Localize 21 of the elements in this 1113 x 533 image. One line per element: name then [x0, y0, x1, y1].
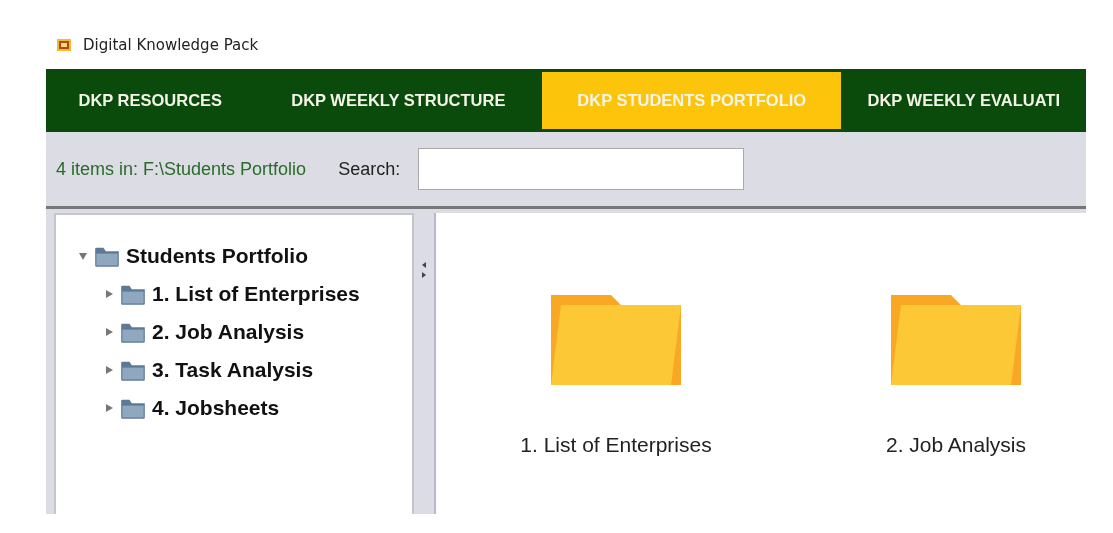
expand-arrow-icon[interactable]: [78, 251, 88, 261]
tab[interactable]: DKP WEEKLY EVALUATI: [841, 72, 1086, 129]
status-text: 4 items in: F:\Students Portfolio: [56, 158, 307, 180]
file-label[interactable]: 1. List of Enterprises: [520, 433, 712, 457]
tree-item[interactable]: 2. Job Analysis: [152, 320, 305, 344]
file-label[interactable]: 2. Job Analysis: [885, 433, 1027, 457]
expand-arrow-icon[interactable]: [104, 403, 114, 413]
tree-item[interactable]: 1. List of Enterprises: [152, 282, 360, 306]
tab[interactable]: DKP RESOURCES: [46, 72, 255, 129]
tree-item[interactable]: 3. Task Analysis: [152, 358, 314, 382]
app-icon: [55, 37, 73, 53]
tree-item[interactable]: 4. Jobsheets: [152, 396, 280, 420]
tab[interactable]: DKP WEEKLY STRUCTURE: [254, 72, 543, 129]
search-label: Search:: [338, 158, 401, 180]
search-field[interactable]: [418, 148, 745, 190]
expand-arrow-icon[interactable]: [104, 289, 114, 299]
tree-item[interactable]: Students Portfolio: [126, 244, 308, 268]
expand-arrow-icon[interactable]: [104, 327, 114, 337]
expand-arrow-icon[interactable]: [104, 365, 114, 375]
window-title: Digital Knowledge Pack: [83, 36, 259, 54]
collapse-arrows-icon[interactable]: [421, 261, 428, 279]
